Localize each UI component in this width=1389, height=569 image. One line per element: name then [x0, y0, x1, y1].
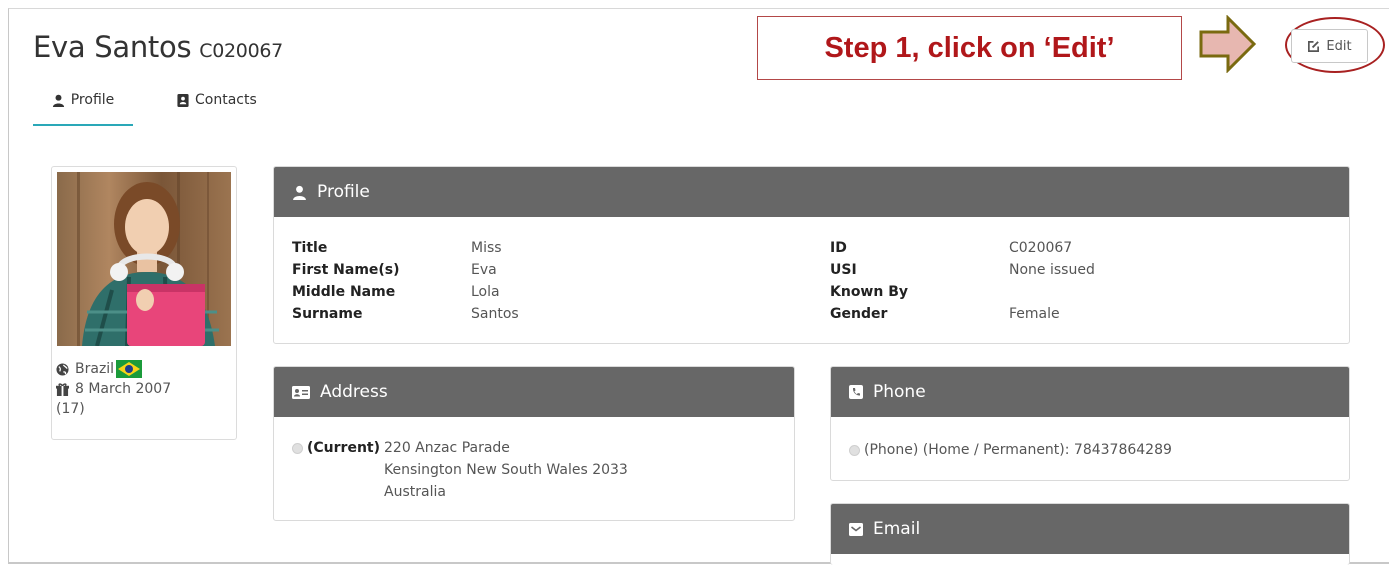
- edit-button-label: Edit: [1326, 38, 1352, 54]
- student-photo: [57, 172, 231, 346]
- address-panel-title: Address: [320, 382, 388, 402]
- age-label: (17): [56, 401, 85, 417]
- address-panel: Address (Current) 220 Anzac Parade Kensi…: [273, 366, 795, 521]
- profile-panel: Profile Title First Name(s) Middle Name …: [273, 166, 1350, 344]
- student-code: C020067: [199, 40, 283, 62]
- instruction-callout: Step 1, click on ‘Edit’: [757, 16, 1182, 80]
- address-entry: (Current): [292, 437, 380, 459]
- phone-panel: Phone (Phone) (Home / Permanent): 784378…: [830, 366, 1350, 481]
- field-label: Surname: [292, 306, 363, 322]
- field-label: Middle Name: [292, 284, 396, 300]
- tab-contacts-label: Contacts: [195, 92, 257, 108]
- id-card-icon: [292, 385, 310, 399]
- profile-values-left: Miss Eva Lola Santos: [471, 237, 519, 325]
- user-icon: [293, 185, 306, 200]
- address-book-icon: [177, 94, 189, 107]
- edit-button[interactable]: Edit: [1291, 29, 1368, 63]
- email-panel-header: Email: [831, 504, 1349, 554]
- address-line: Australia: [384, 484, 446, 500]
- address-lines: 220 Anzac Parade Kensington New South Wa…: [384, 437, 628, 503]
- field-label: Title: [292, 240, 328, 256]
- address-panel-header: Address: [274, 367, 794, 417]
- address-line: Kensington New South Wales 2033: [384, 462, 628, 478]
- field-label: Gender: [830, 306, 888, 322]
- profile-panel-header: Profile: [274, 167, 1349, 217]
- field-value: Lola: [471, 284, 500, 300]
- email-panel-title: Email: [873, 519, 921, 539]
- tab-profile-label: Profile: [70, 92, 115, 108]
- phone-panel-header: Phone: [831, 367, 1349, 417]
- tab-profile[interactable]: Profile: [33, 92, 133, 126]
- profile-values-right: C020067 None issued Female: [1009, 237, 1095, 325]
- field-value: Eva: [471, 262, 497, 278]
- brazil-flag-icon: [116, 360, 143, 378]
- profile-labels-right: ID USI Known By Gender: [830, 237, 908, 325]
- phone-entry: (Phone) (Home / Permanent): 78437864289: [849, 439, 1172, 461]
- gift-icon: [56, 382, 69, 396]
- page-title: Eva Santos C020067: [33, 30, 283, 64]
- user-icon: [52, 94, 64, 107]
- field-label: Known By: [830, 284, 909, 300]
- student-name: Eva Santos: [33, 30, 192, 64]
- address-tag: (Current): [307, 440, 381, 456]
- arrow-right-icon: [1199, 15, 1257, 73]
- field-value: [1009, 281, 1095, 303]
- birthdate-label: 8 March 2007: [75, 381, 172, 397]
- country-row: Brazil: [56, 359, 171, 379]
- phone-entry-text: (Phone) (Home / Permanent): 78437864289: [864, 442, 1172, 458]
- student-meta: Brazil 8 March 2007 (17): [56, 359, 171, 419]
- phone-panel-title: Phone: [873, 382, 926, 402]
- field-value: C020067: [1009, 240, 1073, 256]
- tab-contacts[interactable]: Contacts: [177, 92, 277, 124]
- email-panel: Email: [830, 503, 1350, 565]
- country-label: Brazil: [75, 361, 115, 377]
- envelope-icon: [849, 522, 863, 536]
- phone-icon: [849, 385, 863, 399]
- profile-labels-left: Title First Name(s) Middle Name Surname: [292, 237, 400, 325]
- birthdate-row: 8 March 2007: [56, 379, 171, 399]
- field-label: ID: [830, 240, 847, 256]
- globe-icon: [56, 362, 69, 376]
- student-summary-card: Brazil 8 March 2007 (17): [51, 166, 237, 440]
- field-value: None issued: [1009, 262, 1095, 278]
- phone-radio[interactable]: [849, 444, 860, 456]
- field-value: Santos: [471, 306, 519, 322]
- field-label: USI: [830, 262, 857, 278]
- address-line: 220 Anzac Parade: [384, 440, 510, 456]
- edit-icon: [1308, 40, 1320, 52]
- field-label: First Name(s): [292, 262, 400, 278]
- profile-panel-title: Profile: [317, 182, 370, 202]
- field-value: Female: [1009, 306, 1060, 322]
- address-radio[interactable]: [292, 442, 303, 454]
- field-value: Miss: [471, 240, 502, 256]
